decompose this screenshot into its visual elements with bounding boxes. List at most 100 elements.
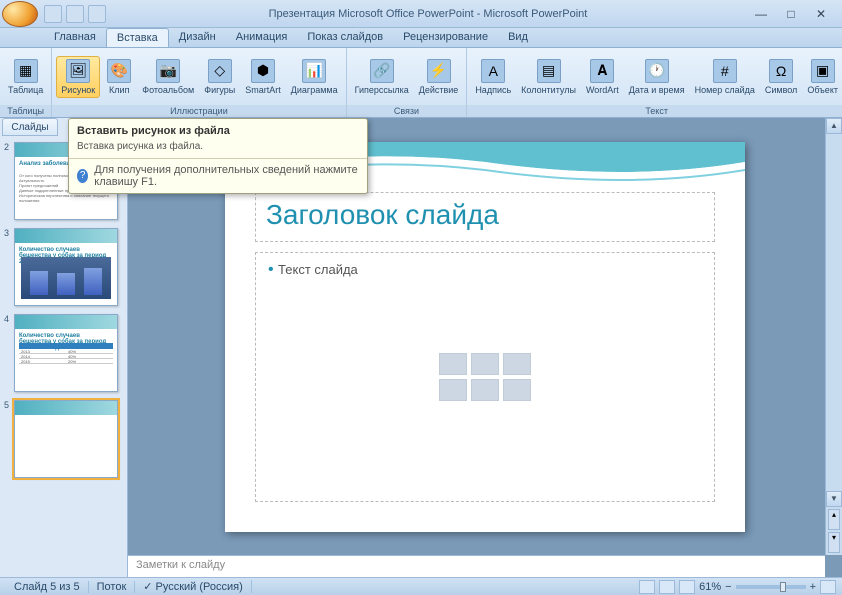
smartart-icon: ⬢	[251, 59, 275, 83]
slide-title-placeholder[interactable]: Заголовок слайда	[255, 192, 715, 242]
thumb-number: 5	[4, 400, 14, 478]
headerfooter-icon: ▤	[537, 59, 561, 83]
clipart-icon: 🎨	[107, 59, 131, 83]
group-tables: ▦Таблица Таблицы	[0, 48, 52, 117]
textbox-button[interactable]: AНадпись	[471, 57, 515, 97]
tab-home[interactable]: Главная	[44, 28, 106, 47]
minimize-button[interactable]: —	[750, 6, 772, 22]
group-illustrations: 🖼Рисунок 🎨Клип 📷Фотоальбом ◇Фигуры ⬢Smar…	[52, 48, 346, 117]
chart-button[interactable]: 📊Диаграмма	[287, 57, 342, 97]
redo-icon[interactable]	[88, 5, 106, 23]
datetime-button[interactable]: 🕐Дата и время	[625, 57, 689, 97]
slidenumber-button[interactable]: #Номер слайда	[691, 57, 759, 97]
insert-picture-icon[interactable]	[439, 379, 467, 401]
chart-icon: 📊	[302, 59, 326, 83]
insert-clipart-icon[interactable]	[471, 379, 499, 401]
group-text: AНадпись ▤Колонтитулы 𝐀WordArt 🕐Дата и в…	[467, 48, 842, 117]
content-placeholder-icons[interactable]	[439, 353, 531, 401]
next-slide-button[interactable]: ▾	[828, 532, 840, 553]
hyperlink-button[interactable]: 🔗Гиперссылка	[351, 57, 413, 97]
insert-smartart-icon[interactable]	[503, 353, 531, 375]
zoom-value[interactable]: 61%	[699, 581, 721, 593]
normal-view-button[interactable]	[639, 580, 655, 594]
thumb-header	[15, 315, 117, 331]
tooltip: Вставить рисунок из файла Вставка рисунк…	[68, 118, 368, 194]
group-links: 🔗Гиперссылка ⚡Действие Связи	[347, 48, 468, 117]
slide-canvas[interactable]: Заголовок слайда Текст слайда	[225, 142, 745, 532]
slide-thumbnail[interactable]: Количество случаев бешенства у собак за …	[14, 314, 118, 392]
tooltip-desc: Вставка рисунка из файла.	[69, 139, 367, 158]
tab-insert[interactable]: Вставка	[106, 28, 169, 47]
table-icon: ▦	[14, 59, 38, 83]
tab-design[interactable]: Дизайн	[169, 28, 226, 47]
thumb-wrap[interactable]: 5	[0, 396, 127, 482]
sorter-view-button[interactable]	[659, 580, 675, 594]
insert-table-icon[interactable]	[439, 353, 467, 375]
chart-bar	[30, 271, 48, 295]
group-label: Текст	[467, 105, 842, 117]
close-button[interactable]: ✕	[810, 6, 832, 22]
thumb-number: 4	[4, 314, 14, 392]
fit-window-button[interactable]	[820, 580, 836, 594]
office-button[interactable]	[2, 1, 38, 27]
slide-thumbnail[interactable]	[14, 400, 118, 478]
thumb-wrap[interactable]: 4 Количество случаев бешенства у собак з…	[0, 310, 127, 396]
insert-media-icon[interactable]	[503, 379, 531, 401]
thumb-table: 201340% 201440% 201520%	[19, 343, 113, 364]
zoom-out-button[interactable]: −	[725, 581, 731, 593]
status-bar: Слайд 5 из 5 Поток ✓Русский (Россия) 61%…	[0, 577, 842, 595]
thumb-wrap[interactable]: 3 Количество случаев бешенства у собак з…	[0, 224, 127, 310]
textbox-icon: A	[481, 59, 505, 83]
table-button[interactable]: ▦Таблица	[4, 57, 47, 97]
action-button[interactable]: ⚡Действие	[415, 57, 463, 97]
zoom-slider[interactable]	[736, 585, 806, 589]
zoom-in-button[interactable]: +	[810, 581, 816, 593]
slideshow-view-button[interactable]	[679, 580, 695, 594]
vertical-scrollbar[interactable]: ▲ ▼ ▴ ▾	[825, 118, 842, 555]
smartart-button[interactable]: ⬢SmartArt	[241, 57, 285, 97]
slides-tab-header[interactable]: Слайды	[2, 118, 58, 136]
window-title: Презентация Microsoft Office PowerPoint …	[106, 8, 750, 20]
photoalbum-button[interactable]: 📷Фотоальбом	[138, 57, 198, 97]
insert-chart-icon[interactable]	[471, 353, 499, 375]
scroll-down-button[interactable]: ▼	[826, 491, 842, 507]
thumb-header	[15, 229, 117, 245]
hyperlink-icon: 🔗	[370, 59, 394, 83]
wordart-icon: 𝐀	[590, 59, 614, 83]
language-indicator[interactable]: ✓Русский (Россия)	[135, 580, 252, 593]
group-label: Иллюстрации	[52, 105, 345, 117]
symbol-button[interactable]: ΩСимвол	[761, 57, 801, 97]
object-button[interactable]: ▣Объект	[803, 57, 842, 97]
scroll-track[interactable]	[826, 134, 842, 491]
tab-review[interactable]: Рецензирование	[393, 28, 498, 47]
notes-pane[interactable]: Заметки к слайду	[128, 555, 825, 577]
chart-bar	[57, 273, 75, 295]
slide-thumbnail[interactable]: Количество случаев бешенства у собак за …	[14, 228, 118, 306]
tab-animation[interactable]: Анимация	[226, 28, 298, 47]
slidenumber-icon: #	[713, 59, 737, 83]
tab-slideshow[interactable]: Показ слайдов	[297, 28, 393, 47]
thumb-header	[15, 401, 117, 417]
tooltip-help-text: Для получения дополнительных сведений на…	[94, 164, 359, 188]
tooltip-title: Вставить рисунок из файла	[69, 119, 367, 139]
maximize-button[interactable]: □	[780, 6, 802, 22]
slide-count[interactable]: Слайд 5 из 5	[6, 581, 89, 593]
zoom-thumb[interactable]	[780, 582, 786, 592]
shapes-button[interactable]: ◇Фигуры	[200, 57, 239, 97]
prev-slide-button[interactable]: ▴	[828, 509, 840, 530]
wordart-button[interactable]: 𝐀WordArt	[582, 57, 623, 97]
status-right: 61% − +	[639, 580, 836, 594]
clipart-button[interactable]: 🎨Клип	[102, 57, 136, 97]
spellcheck-icon: ✓	[143, 580, 152, 593]
undo-icon[interactable]	[66, 5, 84, 23]
quick-access-toolbar	[44, 5, 106, 23]
photoalbum-icon: 📷	[156, 59, 180, 83]
theme-name[interactable]: Поток	[89, 581, 136, 593]
picture-button[interactable]: 🖼Рисунок	[56, 56, 100, 98]
ribbon: ▦Таблица Таблицы 🖼Рисунок 🎨Клип 📷Фотоаль…	[0, 48, 842, 118]
tab-view[interactable]: Вид	[498, 28, 538, 47]
scroll-up-button[interactable]: ▲	[826, 118, 842, 134]
slide-body-placeholder[interactable]: Текст слайда	[255, 252, 715, 502]
save-icon[interactable]	[44, 5, 62, 23]
headerfooter-button[interactable]: ▤Колонтитулы	[517, 57, 580, 97]
